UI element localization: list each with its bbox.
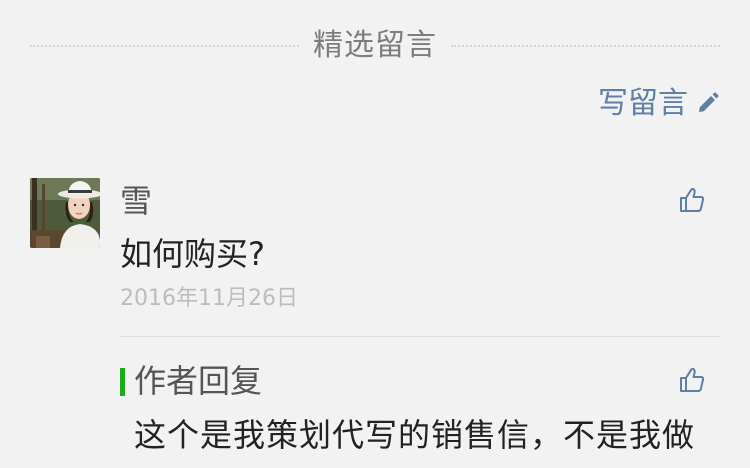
dotted-divider-left [30, 45, 299, 47]
avatar[interactable] [30, 178, 100, 248]
section-title: 精选留言 [313, 28, 437, 63]
comment-date: 2016年11月26日 [120, 286, 298, 311]
comment-text: 如何购买? [120, 235, 265, 273]
reply-thumbs-up-icon[interactable] [678, 366, 706, 394]
selected-comments-header: 精选留言 [30, 26, 720, 66]
reply-accent-bar [120, 368, 125, 396]
comment-divider [120, 336, 720, 337]
comment-author-name: 雪 [120, 182, 153, 220]
author-reply-text: 这个是我策划代写的销售信，不是我做 [134, 416, 696, 454]
author-reply-title: 作者回复 [134, 362, 263, 400]
write-comment-button[interactable]: 写留言 [598, 82, 720, 126]
thumbs-up-icon[interactable] [678, 186, 706, 214]
pencil-icon [694, 91, 720, 117]
dotted-divider-right [451, 45, 720, 47]
write-comment-label: 写留言 [598, 86, 688, 121]
